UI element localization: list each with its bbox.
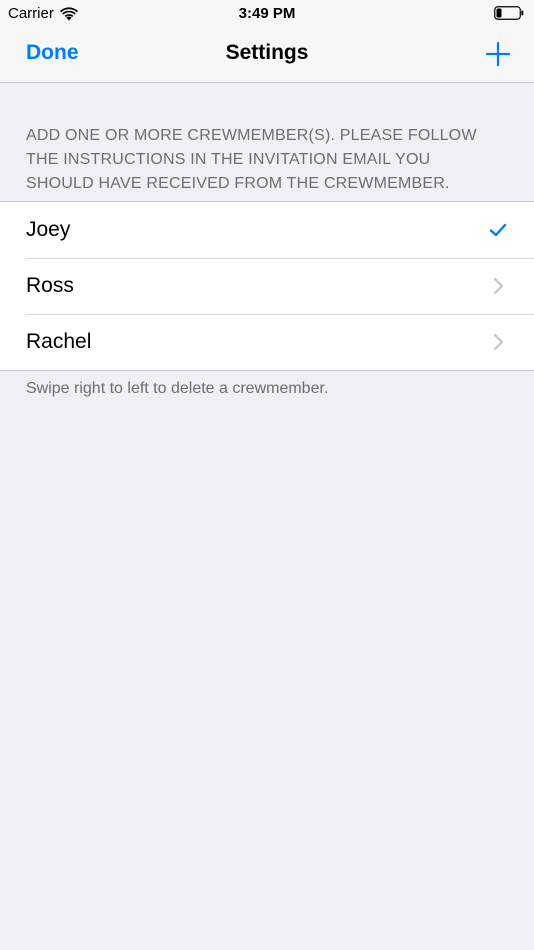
checkmark-icon — [489, 223, 507, 237]
crewmember-row-joey[interactable]: Joey — [0, 202, 534, 258]
chevron-right-icon — [493, 333, 504, 351]
battery-icon — [494, 6, 524, 20]
status-time: 3:49 PM — [238, 5, 296, 22]
crewmember-row-rachel[interactable]: Rachel — [0, 314, 534, 370]
crewmember-name: Joey — [26, 218, 71, 241]
status-bar: Carrier 3:49 PM — [0, 0, 534, 28]
plus-icon[interactable] — [486, 42, 510, 66]
chevron-right-icon — [493, 277, 504, 295]
section-header: ADD ONE OR MORE CREWMEMBER(S). PLEASE FO… — [26, 127, 477, 192]
crewmember-name: Ross — [26, 274, 74, 297]
page-title: Settings — [225, 41, 309, 64]
section-footer: Swipe right to left to delete a crewmemb… — [26, 380, 329, 397]
crewmember-row-ross[interactable]: Ross — [0, 258, 534, 314]
crewmember-name: Rachel — [26, 330, 92, 353]
crewmember-list: Joey Ross Rachel — [0, 201, 534, 371]
navigation-bar: Done Settings — [0, 28, 534, 83]
